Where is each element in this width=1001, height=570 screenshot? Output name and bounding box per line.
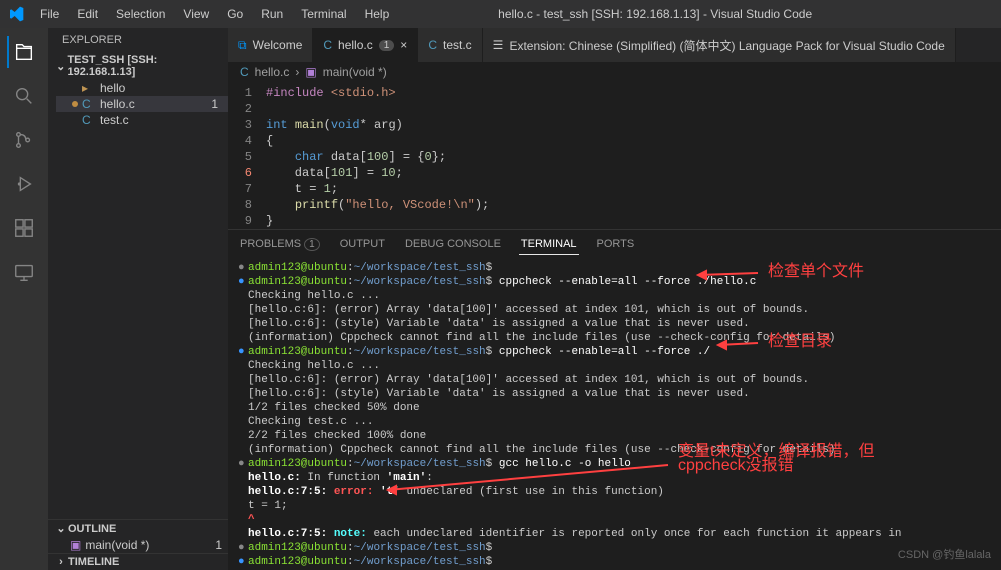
- panel-tab-terminal[interactable]: TERMINAL: [519, 234, 579, 255]
- sidebar-title: EXPLORER: [48, 28, 228, 52]
- panel-tab-output[interactable]: OUTPUT: [338, 234, 387, 255]
- symbol-icon: ▣: [305, 65, 316, 79]
- c-file-icon: C: [323, 38, 332, 52]
- explorer-icon[interactable]: [7, 36, 39, 68]
- code-editor[interactable]: 123456789 #include <stdio.h>int main(voi…: [228, 83, 1001, 229]
- source-control-icon[interactable]: [8, 124, 40, 156]
- search-icon[interactable]: [8, 80, 40, 112]
- panel-tab-debug-console[interactable]: DEBUG CONSOLE: [403, 234, 503, 255]
- file-item[interactable]: Chello.c1: [56, 96, 228, 112]
- sidebar: EXPLORER ⌄ TEST_SSH [SSH: 192.168.1.13] …: [48, 28, 228, 570]
- chevron-down-icon: ⌄: [54, 60, 67, 73]
- c-file-icon: C: [82, 97, 96, 111]
- c-file-icon: C: [82, 113, 96, 127]
- annotation: 变量t未定义，编译报错，但cppcheck没报错: [678, 445, 874, 473]
- watermark: CSDN @钓鱼lalala: [898, 546, 991, 562]
- c-file-icon: C: [240, 65, 249, 79]
- workspace-header[interactable]: ⌄ TEST_SSH [SSH: 192.168.1.13]: [48, 52, 228, 80]
- breadcrumb[interactable]: C hello.c › ▣ main(void *): [228, 62, 1001, 83]
- extension-icon: ☰: [493, 38, 504, 52]
- vscode-icon: ⧉: [238, 38, 247, 53]
- c-file-icon: C: [428, 38, 437, 52]
- menu-help[interactable]: Help: [357, 5, 398, 23]
- menu-edit[interactable]: Edit: [69, 5, 106, 23]
- remote-explorer-icon[interactable]: [8, 256, 40, 288]
- annotation: 检查单个文件: [768, 265, 864, 279]
- debug-icon[interactable]: [8, 168, 40, 200]
- chevron-right-icon: ›: [295, 65, 299, 79]
- activity-bar: [0, 28, 48, 570]
- bottom-panel: PROBLEMS1 OUTPUT DEBUG CONSOLE TERMINAL PORT…: [228, 229, 1001, 570]
- extensions-icon[interactable]: [8, 212, 40, 244]
- menu-run[interactable]: Run: [253, 5, 291, 23]
- editor-tab[interactable]: Ctest.c: [418, 28, 482, 62]
- editor-tab[interactable]: ☰Extension: Chinese (Simplified) (简体中文) …: [483, 28, 956, 62]
- symbol-icon: ▣: [70, 538, 81, 552]
- close-icon[interactable]: ×: [400, 38, 407, 52]
- menu-bar: FileEditSelectionViewGoRunTerminalHelp: [32, 5, 397, 23]
- terminal-output[interactable]: ●admin123@ubuntu:~/workspace/test_ssh$ ●…: [228, 255, 1001, 570]
- menu-view[interactable]: View: [175, 5, 217, 23]
- title-bar: FileEditSelectionViewGoRunTerminalHelp h…: [0, 0, 1001, 28]
- window-title: hello.c - test_ssh [SSH: 192.168.1.13] -…: [397, 7, 913, 21]
- menu-selection[interactable]: Selection: [108, 5, 173, 23]
- chevron-right-icon: ›: [54, 556, 68, 568]
- menu-file[interactable]: File: [32, 5, 67, 23]
- menu-go[interactable]: Go: [219, 5, 251, 23]
- folder-icon: ▸: [82, 81, 96, 95]
- file-tree: ▸helloChello.c1Ctest.c: [48, 80, 228, 128]
- file-item[interactable]: Ctest.c: [56, 112, 228, 128]
- editor-tab[interactable]: ⧉Welcome: [228, 28, 313, 62]
- menu-terminal[interactable]: Terminal: [293, 5, 354, 23]
- outline-item[interactable]: ▣ main(void *) 1: [48, 537, 228, 553]
- panel-tabs: PROBLEMS1 OUTPUT DEBUG CONSOLE TERMINAL PORT…: [228, 230, 1001, 255]
- timeline-header[interactable]: › TIMELINE: [48, 553, 228, 570]
- file-item[interactable]: ▸hello: [56, 80, 228, 96]
- editor-tab[interactable]: Chello.c1×: [313, 28, 418, 62]
- editor-tabs: ⧉WelcomeChello.c1×Ctest.c☰Extension: Chi…: [228, 28, 1001, 62]
- editor-area: ⧉WelcomeChello.c1×Ctest.c☰Extension: Chi…: [228, 28, 1001, 570]
- panel-tab-ports[interactable]: PORTS: [595, 234, 637, 255]
- outline-header[interactable]: ⌄ OUTLINE: [48, 519, 228, 537]
- panel-tab-problems[interactable]: PROBLEMS1: [238, 234, 322, 255]
- annotation: 检查目录: [768, 335, 832, 349]
- vscode-logo-icon: [8, 6, 24, 22]
- chevron-down-icon: ⌄: [54, 522, 68, 535]
